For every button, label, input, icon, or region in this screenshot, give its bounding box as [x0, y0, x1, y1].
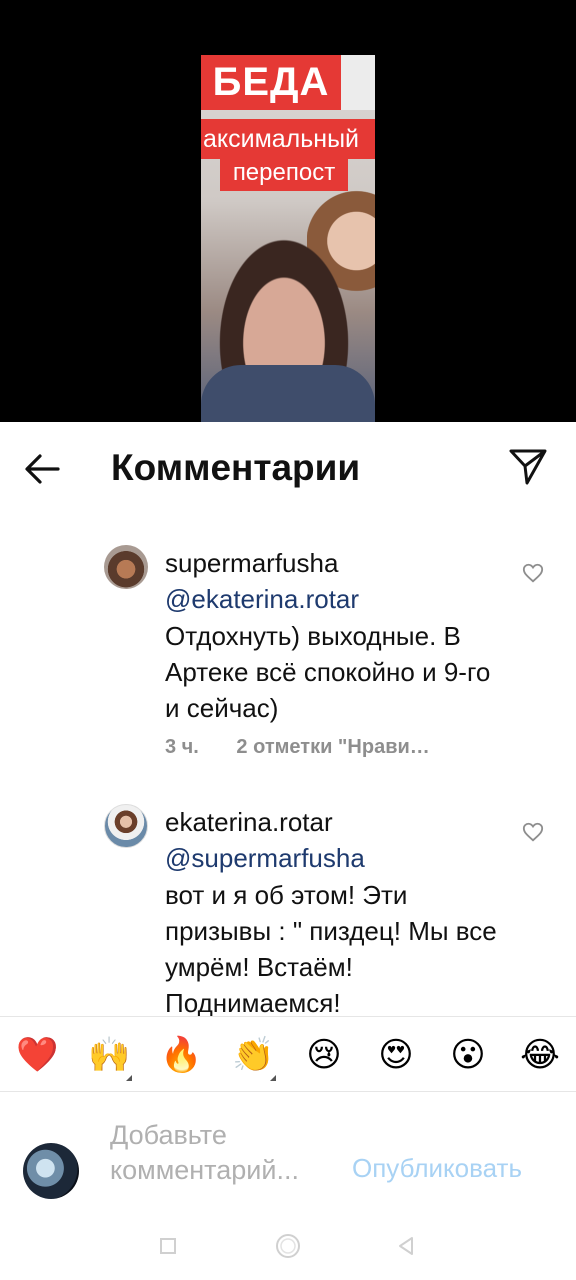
emoji-quick-reply-bar: ❤️ 🙌 🔥 👏 😢 😍 😮 😂: [0, 1016, 576, 1092]
woman-shirt: [201, 365, 375, 422]
arrow-left-icon: [25, 454, 60, 484]
comment-text: Отдохнуть) выходные. В Артеке всё спокой…: [165, 621, 491, 723]
video-banner-title: БЕДА: [201, 55, 341, 110]
circle-icon: [276, 1234, 300, 1258]
video-banner-caption: перепост: [220, 155, 348, 191]
system-navigation-bar: [0, 1212, 576, 1280]
heart-icon: [522, 822, 544, 842]
comment-likes[interactable]: 2 отметки "Нрави…: [236, 736, 429, 758]
skin-tone-indicator: [126, 1075, 132, 1081]
square-icon: [160, 1238, 176, 1254]
like-button[interactable]: [522, 821, 544, 843]
triangle-back-icon: [399, 1237, 413, 1255]
heart-eyes-emoji-button[interactable]: 😍: [376, 1035, 416, 1075]
share-button[interactable]: [506, 444, 550, 488]
comment-composer: Опубликовать: [0, 1092, 576, 1212]
page-title: Комментарии: [111, 447, 361, 488]
crying-face-emoji-button[interactable]: 😢: [304, 1035, 344, 1075]
back-button[interactable]: [18, 444, 68, 494]
heart-icon: [522, 563, 544, 583]
avatar[interactable]: [104, 545, 148, 589]
back-nav-button[interactable]: [392, 1232, 420, 1260]
fire-emoji-button[interactable]: 🔥: [160, 1035, 202, 1075]
video-player[interactable]: БЕДА аксимальный перепост: [0, 0, 576, 422]
home-button[interactable]: [274, 1232, 302, 1260]
video-banner-subtitle: аксимальный: [201, 119, 375, 159]
comments-header: Комментарии: [0, 422, 576, 512]
surprised-face-emoji-button[interactable]: 😮: [448, 1035, 488, 1075]
comments-list[interactable]: supermarfusha @ekaterina.rotar Отдохнуть…: [0, 512, 576, 1016]
avatar[interactable]: [104, 804, 148, 848]
recent-apps-button[interactable]: [154, 1232, 182, 1260]
heart-emoji-button[interactable]: ❤️: [16, 1035, 58, 1075]
skin-tone-indicator: [270, 1075, 276, 1081]
video-background: [341, 55, 375, 110]
paper-plane-icon: [509, 449, 547, 485]
current-user-avatar: [23, 1143, 79, 1199]
laughing-face-emoji-button[interactable]: 😂: [520, 1035, 560, 1075]
comment-username[interactable]: ekaterina.rotar: [165, 807, 333, 838]
like-button[interactable]: [522, 562, 544, 584]
comment-username[interactable]: supermarfusha: [165, 548, 338, 579]
raising-hands-emoji-button[interactable]: 🙌: [88, 1035, 130, 1075]
comment-mention[interactable]: @ekaterina.rotar: [165, 584, 359, 615]
comment-input[interactable]: [110, 1118, 346, 1198]
publish-button[interactable]: Опубликовать: [352, 1153, 522, 1184]
comment-text: вот и я об этом! Эти призывы : " пиздец!…: [165, 880, 497, 1016]
video-frame: БЕДА аксимальный перепост: [201, 55, 375, 422]
comment-meta: 3 ч. 2 отметки "Нрави…: [165, 736, 462, 759]
comment-time: 3 ч.: [165, 736, 199, 758]
comment-mention[interactable]: @supermarfusha: [165, 843, 365, 874]
clapping-hands-emoji-button[interactable]: 👏: [232, 1035, 274, 1075]
